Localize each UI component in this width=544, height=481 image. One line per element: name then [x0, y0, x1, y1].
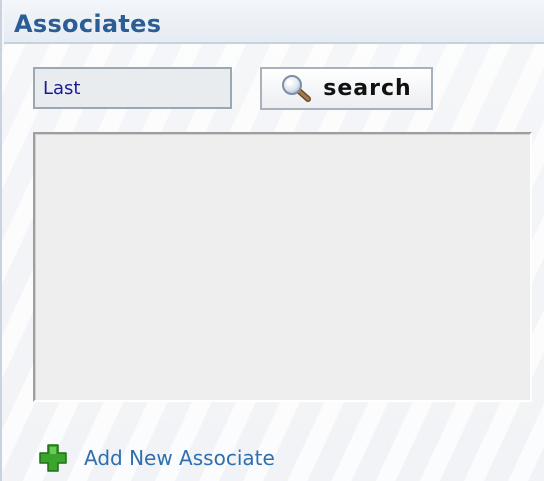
panel-header: Associates — [4, 0, 544, 44]
add-new-associate-label: Add New Associate — [84, 446, 275, 470]
panel-title: Associates — [14, 10, 162, 38]
search-button-label: search — [323, 76, 412, 101]
magnifier-icon — [282, 74, 312, 102]
search-button[interactable]: search — [260, 67, 433, 110]
associates-panel: Associates search Add New Associate — [0, 0, 544, 481]
green-plus-icon — [39, 444, 67, 472]
add-new-associate-link[interactable]: Add New Associate — [38, 443, 275, 473]
last-name-search-input[interactable] — [33, 67, 232, 109]
associates-results-list[interactable] — [33, 132, 532, 402]
